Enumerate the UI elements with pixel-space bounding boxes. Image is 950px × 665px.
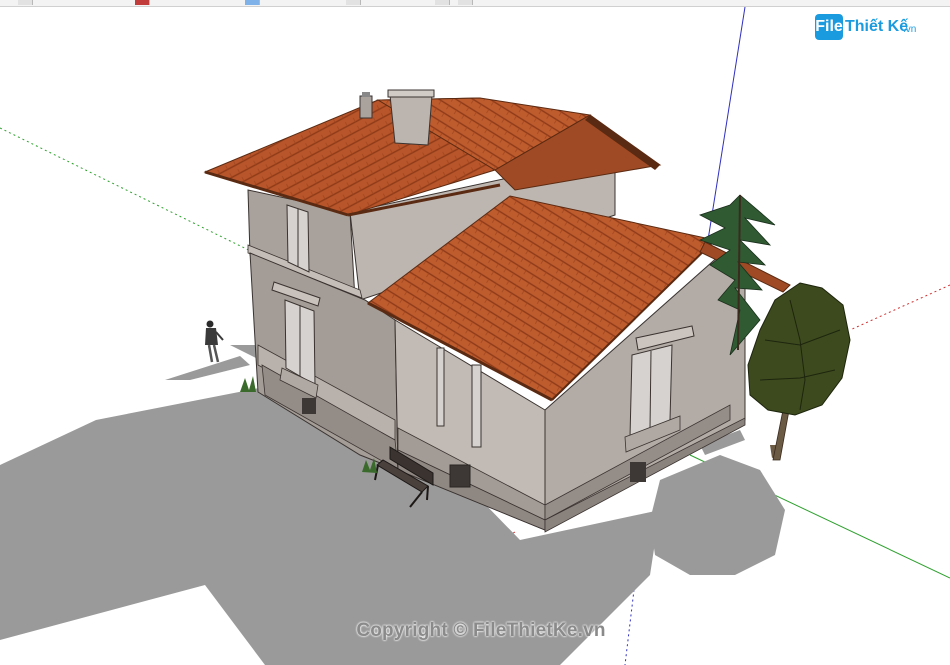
model-viewport[interactable]: [0, 7, 950, 665]
logo-text: Thiết Kế: [845, 18, 909, 35]
copyright-text: Copyright © FileThietKe.vn: [356, 620, 606, 641]
logo-box: File: [815, 14, 843, 40]
toolbar-button[interactable]: [435, 0, 450, 5]
toolbar-button[interactable]: [458, 0, 473, 5]
toolbar-button[interactable]: [135, 0, 150, 5]
copyright-watermark: Copyright © FileThietKe.vn: [0, 620, 950, 642]
person-figure-icon: [205, 320, 224, 363]
toolbar-button[interactable]: [18, 0, 33, 5]
logo-tld: .vn: [903, 24, 917, 35]
toolbar-button[interactable]: [346, 0, 361, 5]
toolbar-strip: [0, 0, 950, 7]
deciduous-tree-icon: [747, 282, 851, 461]
toolbar-button[interactable]: [245, 0, 260, 5]
brand-logo: File Thiết Kế .vn: [815, 14, 930, 46]
